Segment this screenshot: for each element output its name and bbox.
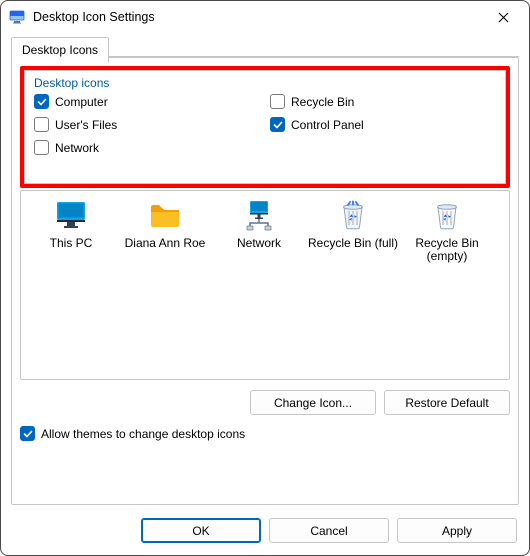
- cancel-button[interactable]: Cancel: [269, 518, 389, 543]
- allow-themes-checkbox[interactable]: Allow themes to change desktop icons: [20, 426, 245, 441]
- checkmark-icon: [273, 120, 283, 130]
- recycle-bin-full-icon: [335, 197, 371, 233]
- titlebar: Desktop Icon Settings: [1, 1, 529, 33]
- preview-label: Recycle Bin (full): [308, 237, 398, 250]
- checkbox-label: Recycle Bin: [291, 95, 354, 109]
- dialog-buttons: OK Cancel Apply: [141, 518, 517, 543]
- button-label: OK: [192, 524, 209, 538]
- preview-item-user-folder[interactable]: Diana Ann Roe: [119, 197, 211, 373]
- preview-label: This PC: [50, 237, 93, 250]
- preview-item-network[interactable]: Network: [213, 197, 305, 373]
- preview-label: Recycle Bin (empty): [401, 237, 493, 263]
- button-label: Cancel: [310, 524, 347, 538]
- dialog-window: Desktop Icon Settings Desktop Icons Desk…: [0, 0, 530, 556]
- network-icon: [241, 197, 277, 233]
- preview-item-recycle-empty[interactable]: Recycle Bin (empty): [401, 197, 493, 373]
- close-button[interactable]: [483, 3, 523, 31]
- checkbox-input[interactable]: [270, 94, 285, 109]
- checkbox-recycle-bin[interactable]: Recycle Bin: [270, 94, 496, 109]
- icon-preview-list: This PC Diana Ann Roe: [20, 190, 510, 380]
- checkbox-users-files[interactable]: User's Files: [34, 117, 260, 132]
- checkbox-label: Network: [55, 141, 99, 155]
- checkbox-input[interactable]: [20, 426, 35, 441]
- checkmark-icon: [37, 97, 47, 107]
- checkbox-label: Control Panel: [291, 118, 364, 132]
- checkbox-label: User's Files: [55, 118, 117, 132]
- checkbox-input[interactable]: [34, 140, 49, 155]
- tab-desktop-icons[interactable]: Desktop Icons: [11, 37, 109, 63]
- button-label: Change Icon...: [274, 396, 352, 410]
- monitor-icon: [53, 197, 89, 233]
- checkbox-label: Computer: [55, 95, 108, 109]
- ok-button[interactable]: OK: [141, 518, 261, 543]
- preview-item-recycle-full[interactable]: Recycle Bin (full): [307, 197, 399, 373]
- checkbox-grid: Computer Recycle Bin User's Files: [34, 94, 496, 155]
- tab-panel: Desktop icons Computer Recycle Bin: [11, 57, 519, 505]
- change-icon-button[interactable]: Change Icon...: [250, 390, 376, 415]
- checkbox-control-panel[interactable]: Control Panel: [270, 117, 496, 132]
- preview-label: Network: [237, 237, 281, 250]
- tab-label: Desktop Icons: [22, 43, 98, 57]
- button-label: Restore Default: [405, 396, 488, 410]
- checkbox-network[interactable]: Network: [34, 140, 260, 155]
- button-label: Apply: [442, 524, 472, 538]
- close-icon: [498, 12, 509, 23]
- recycle-bin-empty-icon: [429, 197, 465, 233]
- checkbox-input[interactable]: [34, 94, 49, 109]
- window-title: Desktop Icon Settings: [33, 10, 483, 24]
- personalization-icon: [9, 9, 25, 25]
- preview-item-this-pc[interactable]: This PC: [25, 197, 117, 373]
- desktop-icons-group: Desktop icons Computer Recycle Bin: [20, 66, 510, 188]
- icon-action-buttons: Change Icon... Restore Default: [250, 390, 510, 415]
- group-legend: Desktop icons: [34, 76, 496, 90]
- apply-button[interactable]: Apply: [397, 518, 517, 543]
- checkmark-icon: [23, 429, 33, 439]
- preview-label: Diana Ann Roe: [125, 237, 206, 250]
- checkbox-input[interactable]: [270, 117, 285, 132]
- checkbox-input[interactable]: [34, 117, 49, 132]
- restore-default-button[interactable]: Restore Default: [384, 390, 510, 415]
- checkbox-computer[interactable]: Computer: [34, 94, 260, 109]
- checkbox-label: Allow themes to change desktop icons: [41, 427, 245, 441]
- folder-icon: [147, 197, 183, 233]
